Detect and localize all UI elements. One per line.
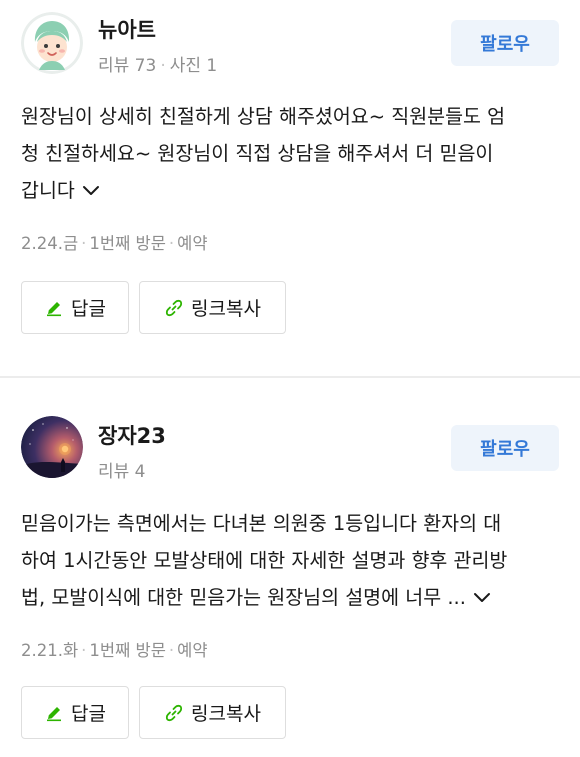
review-card: 장자23 리뷰 4 팔로우 믿음이가는 측면에서는 다녀본 의원중 1등입니다 … (0, 378, 580, 757)
cartoon-face-avatar-icon (21, 12, 83, 74)
reply-label: 답글 (71, 298, 106, 320)
chevron-down-icon[interactable] (472, 580, 492, 617)
user-stats: 리뷰 73 · 사진 1 (98, 51, 217, 76)
visit-count: 1번째 방문 (89, 234, 166, 253)
user-stats: 리뷰 4 (98, 457, 146, 482)
separator-dot: · (160, 56, 166, 76)
review-line-text: 갑니다 (21, 179, 75, 202)
user-name[interactable]: 뉴아트 (98, 14, 156, 44)
review-line-last: 갑니다 (21, 172, 551, 210)
review-line: 원장님이 상세히 친절하게 상담 해주셨어요~ 직원분들도 엄 (21, 105, 506, 128)
pencil-icon (44, 298, 64, 318)
review-count: 리뷰 4 (98, 462, 146, 482)
separator-dot: · (168, 234, 175, 253)
visit-date: 2.24.금 (21, 234, 79, 253)
night-sky-lantern-avatar-icon (21, 416, 83, 478)
copy-link-button[interactable]: 링크복사 (139, 686, 286, 739)
photo-count: 사진 1 (169, 56, 218, 76)
review-line: 믿음이가는 측면에서는 다녀본 의원중 1등입니다 환자의 대 (21, 512, 502, 535)
follow-button[interactable]: 팔로우 (451, 20, 559, 66)
visit-type: 예약 (177, 234, 208, 253)
review-line: 하여 1시간동안 모발상태에 대한 자세한 설명과 향후 관리방 (21, 549, 508, 572)
separator-dot: · (81, 234, 87, 253)
visit-info: 2.21.화 · 1번째 방문 · 예약 (21, 637, 208, 661)
review-line-text: 법, 모발이식에 대한 믿음가는 원장님의 설명에 너무 ... (21, 586, 466, 609)
visit-type: 예약 (177, 641, 208, 660)
separator-dot: · (168, 641, 175, 660)
visit-count: 1번째 방문 (89, 641, 166, 660)
copy-link-button[interactable]: 링크복사 (139, 281, 286, 334)
review-body[interactable]: 원장님이 상세히 친절하게 상담 해주셨어요~ 직원분들도 엄 청 친절하세요~… (21, 98, 551, 210)
link-icon (164, 298, 184, 318)
review-count: 리뷰 73 (98, 56, 157, 76)
copy-link-label: 링크복사 (191, 703, 261, 725)
chevron-down-icon[interactable] (81, 173, 101, 210)
avatar[interactable] (21, 12, 83, 74)
review-body[interactable]: 믿음이가는 측면에서는 다녀본 의원중 1등입니다 환자의 대 하여 1시간동안… (21, 505, 551, 617)
follow-button[interactable]: 팔로우 (451, 425, 559, 471)
reply-button[interactable]: 답글 (21, 281, 129, 334)
visit-date: 2.21.화 (21, 641, 79, 660)
reply-button[interactable]: 답글 (21, 686, 129, 739)
user-name[interactable]: 장자23 (98, 420, 166, 450)
review-line-last: 법, 모발이식에 대한 믿음가는 원장님의 설명에 너무 ... (21, 579, 551, 617)
avatar[interactable] (21, 416, 83, 478)
review-card: 뉴아트 리뷰 73 · 사진 1 팔로우 원장님이 상세히 친절하게 상담 해주셨어… (0, 0, 580, 376)
review-line: 청 친절하세요~ 원장님이 직접 상담을 해주셔서 더 믿음이 (21, 142, 494, 165)
copy-link-label: 링크복사 (191, 298, 261, 320)
separator-dot: · (81, 641, 87, 660)
pencil-icon (44, 703, 64, 723)
link-icon (164, 703, 184, 723)
reply-label: 답글 (71, 703, 106, 725)
visit-info: 2.24.금 · 1번째 방문 · 예약 (21, 230, 208, 254)
